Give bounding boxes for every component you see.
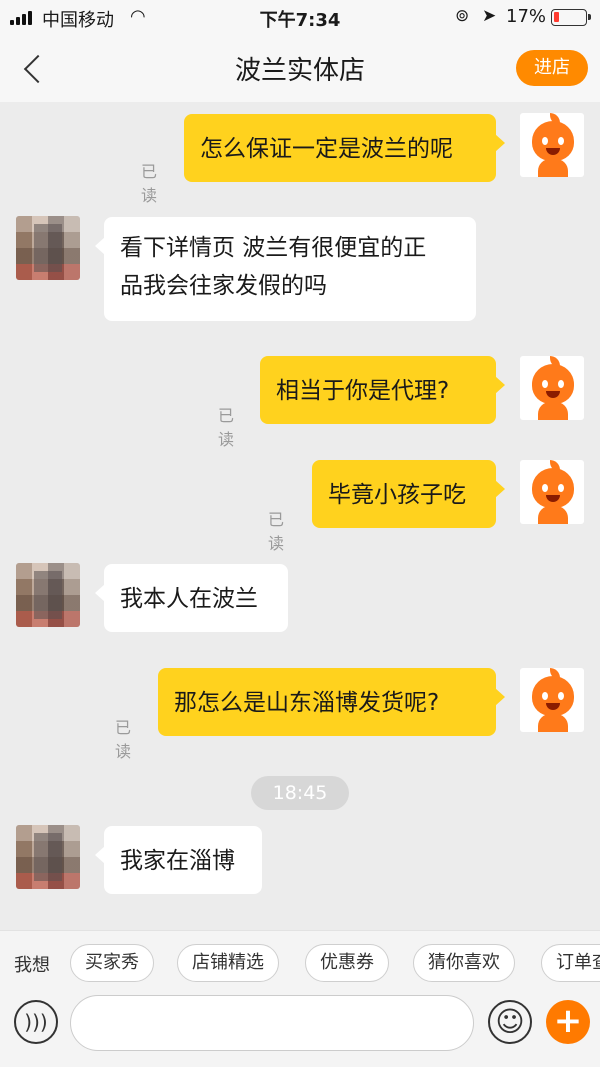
enter-shop-button[interactable]: 进店 xyxy=(516,50,588,86)
message-line: 品我会往家发假的吗 xyxy=(120,273,327,299)
shop-avatar[interactable] xyxy=(520,113,584,177)
message-line: 看下详情页 波兰有很便宜的正 xyxy=(120,235,427,261)
rotation-lock-icon: ⊚ xyxy=(455,6,470,26)
nav-bar: 波兰实体店 进店 xyxy=(0,34,600,102)
chat-list[interactable]: 怎么保证一定是波兰的呢 已读 看下详情页 波兰有很便宜的正 品我会往家发假的吗 … xyxy=(0,102,600,930)
chip-order-lookup[interactable]: 订单查 xyxy=(541,944,600,982)
message-bubble[interactable]: 怎么保证一定是波兰的呢 xyxy=(184,114,505,182)
battery-icon xyxy=(551,9,591,26)
shop-avatar[interactable] xyxy=(520,668,584,732)
chip-coupons[interactable]: 优惠券 xyxy=(305,944,389,982)
message-bubble[interactable]: 毕竟小孩子吃 xyxy=(312,460,505,528)
battery-level xyxy=(554,12,559,22)
shop-avatar[interactable] xyxy=(520,356,584,420)
emoji-icon[interactable]: ☺ xyxy=(488,1000,532,1044)
message-bubble[interactable]: 我本人在波兰 xyxy=(95,564,288,632)
message-bubble[interactable]: 看下详情页 波兰有很便宜的正 品我会往家发假的吗 xyxy=(95,217,476,321)
plus-icon[interactable]: + xyxy=(546,1000,590,1044)
chip-shop-picks[interactable]: 店铺精选 xyxy=(177,944,279,982)
status-bar: 中国移动 ◠ 下午7:34 ⊚ ➤ 17% xyxy=(0,0,600,34)
user-avatar[interactable] xyxy=(16,216,80,280)
read-receipt: 已读 xyxy=(141,162,158,205)
message-bubble[interactable]: 那怎么是山东淄博发货呢? xyxy=(158,668,505,736)
read-receipt: 已读 xyxy=(218,406,235,449)
input-bar: ))) ☺ + xyxy=(0,994,600,1067)
message-bubble[interactable]: 相当于你是代理? xyxy=(260,356,505,424)
chip-buyer-show[interactable]: 买家秀 xyxy=(70,944,154,982)
quick-actions-label: 我想 xyxy=(14,955,50,976)
battery-percent: 17% xyxy=(506,6,547,27)
chip-guess-you-like[interactable]: 猜你喜欢 xyxy=(413,944,515,982)
time-divider: 18:45 xyxy=(251,776,349,810)
voice-icon[interactable]: ))) xyxy=(14,1000,58,1044)
page-title: 波兰实体店 xyxy=(234,56,365,86)
read-receipt: 已读 xyxy=(115,718,132,761)
read-receipt: 已读 xyxy=(268,510,285,553)
user-avatar[interactable] xyxy=(16,825,80,889)
message-bubble[interactable]: 我家在淄博 xyxy=(95,826,262,894)
user-avatar[interactable] xyxy=(16,563,80,627)
message-input[interactable] xyxy=(70,995,474,1051)
shop-avatar[interactable] xyxy=(520,460,584,524)
location-icon: ➤ xyxy=(482,6,497,26)
quick-actions-bar: 我想 买家秀 店铺精选 优惠券 猜你喜欢 订单查 xyxy=(0,930,600,994)
